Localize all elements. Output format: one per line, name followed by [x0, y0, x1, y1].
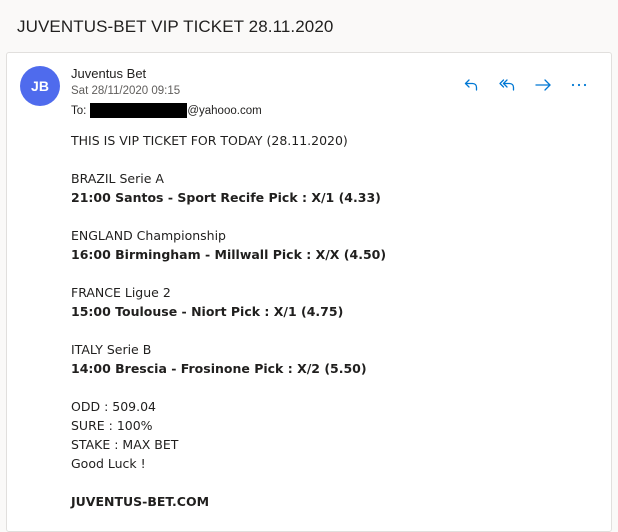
stake-text: STAKE : MAX BET — [71, 437, 179, 452]
match-pick-text: 15:00 Toulouse - Niort Pick : X/1 (4.75) — [71, 304, 344, 319]
match-pick: 16:00 Birmingham - Millwall Pick : X/X (… — [71, 245, 591, 264]
to-label: To: — [71, 104, 87, 117]
forward-icon — [535, 79, 551, 91]
message-card: JB Juventus Bet Sat 28/11/2020 09:15 To:… — [6, 52, 612, 532]
match-pick: 14:00 Brescia - Frosinone Pick : X/2 (5.… — [71, 359, 591, 378]
subject-bar: JUVENTUS-BET VIP TICKET 28.11.2020 — [0, 0, 618, 52]
more-icon — [571, 83, 587, 87]
match-pick-text: 14:00 Brescia - Frosinone Pick : X/2 (5.… — [71, 361, 367, 376]
signature: JUVENTUS-BET.COM — [71, 492, 591, 511]
reply-button[interactable] — [453, 73, 489, 97]
signature-text: JUVENTUS-BET.COM — [71, 494, 210, 509]
league-name: ITALY Serie B — [71, 342, 152, 357]
closing-text: Good Luck ! — [71, 456, 146, 471]
message-body: THIS IS VIP TICKET FOR TODAY (28.11.2020… — [71, 131, 591, 511]
intro-text: THIS IS VIP TICKET FOR TODAY (28.11.2020… — [71, 133, 348, 148]
match-pick: 21:00 Santos - Sport Recife Pick : X/1 (… — [71, 188, 591, 207]
sender-name[interactable]: Juventus Bet — [71, 66, 146, 81]
message-date: Sat 28/11/2020 09:15 — [71, 85, 181, 97]
recipient-row: To: @yahooo.com — [71, 103, 262, 118]
reply-icon — [464, 79, 478, 91]
league-name: FRANCE Ligue 2 — [71, 285, 171, 300]
league-name: ENGLAND Championship — [71, 228, 226, 243]
recipient-domain[interactable]: @yahooo.com — [187, 105, 261, 117]
league-name: BRAZIL Serie A — [71, 171, 164, 186]
redacted-recipient — [90, 103, 188, 118]
match-pick-text: 21:00 Santos - Sport Recife Pick : X/1 (… — [71, 190, 381, 205]
message-actions — [453, 73, 597, 97]
reply-all-button[interactable] — [489, 73, 525, 97]
avatar[interactable]: JB — [20, 66, 60, 106]
forward-button[interactable] — [525, 73, 561, 97]
more-button[interactable] — [561, 73, 597, 97]
match-pick: 15:00 Toulouse - Niort Pick : X/1 (4.75) — [71, 302, 591, 321]
match-pick-text: 16:00 Birmingham - Millwall Pick : X/X (… — [71, 247, 387, 262]
email-subject: JUVENTUS-BET VIP TICKET 28.11.2020 — [17, 17, 334, 36]
reply-all-icon — [499, 79, 515, 91]
sure-text: SURE : 100% — [71, 418, 153, 433]
odd-text: ODD : 509.04 — [71, 399, 156, 414]
